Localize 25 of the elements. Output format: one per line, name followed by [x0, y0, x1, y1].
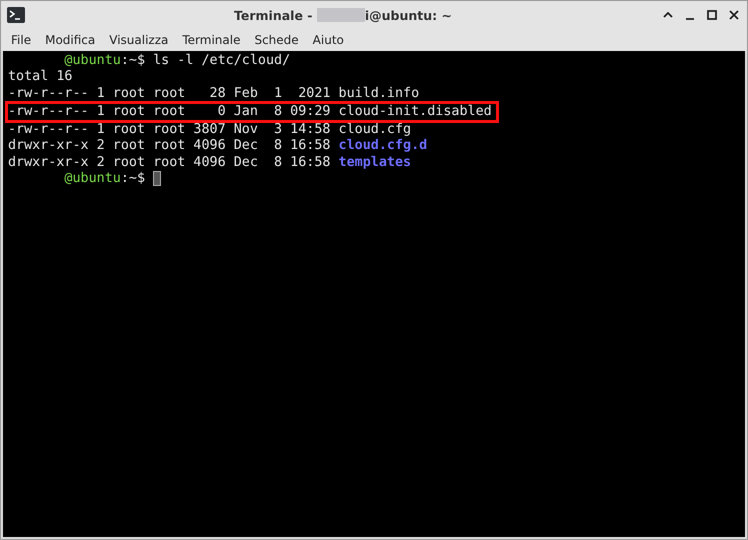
menu-item[interactable]: Schede [254, 33, 299, 47]
redaction-block [316, 8, 365, 22]
terminal-text: :~$ ls -l /etc/cloud/ [120, 53, 290, 70]
terminal-text: -rw-r--r-- 1 root root 0 Jan 8 09:29 cloud-init.disabled [8, 104, 492, 120]
menu-item[interactable]: Terminale [182, 33, 240, 47]
text-cursor [153, 171, 162, 186]
maximize-icon[interactable] [705, 8, 719, 22]
terminal-text: templates [338, 154, 412, 172]
terminal-text: @ubuntu [64, 53, 121, 70]
terminal-text: total 16 [8, 69, 72, 86]
window-title: Terminale - [234, 8, 314, 22]
terminal-text: drwxr-xr-x 2 root root 4096 Dec 8 16:58 [8, 138, 332, 155]
terminal-text: :~$ [120, 171, 146, 188]
terminal-text: drwxr-xr-x 2 root root 4096 Dec 8 16:58 [8, 154, 332, 172]
close-icon[interactable] [727, 8, 741, 22]
menu-item[interactable]: File [11, 33, 32, 47]
menu-item[interactable]: Modifica [45, 33, 96, 47]
menu-item[interactable]: Visualizza [109, 33, 168, 47]
terminal-text: @ubuntu [64, 171, 121, 188]
terminal-text: cloud.cfg.d [338, 138, 428, 155]
window-title: i@ubuntu: ~ [364, 8, 452, 22]
terminal-text: -rw-r--r-- 1 root root 3807 Nov 3 14:58 cloud.cfg [8, 122, 412, 138]
terminal-text: -rw-r--r-- 1 root root 28 Feb 1 2021 build.info [8, 86, 420, 102]
terminal-icon [7, 7, 25, 23]
menu-item[interactable]: Aiuto [312, 33, 344, 47]
